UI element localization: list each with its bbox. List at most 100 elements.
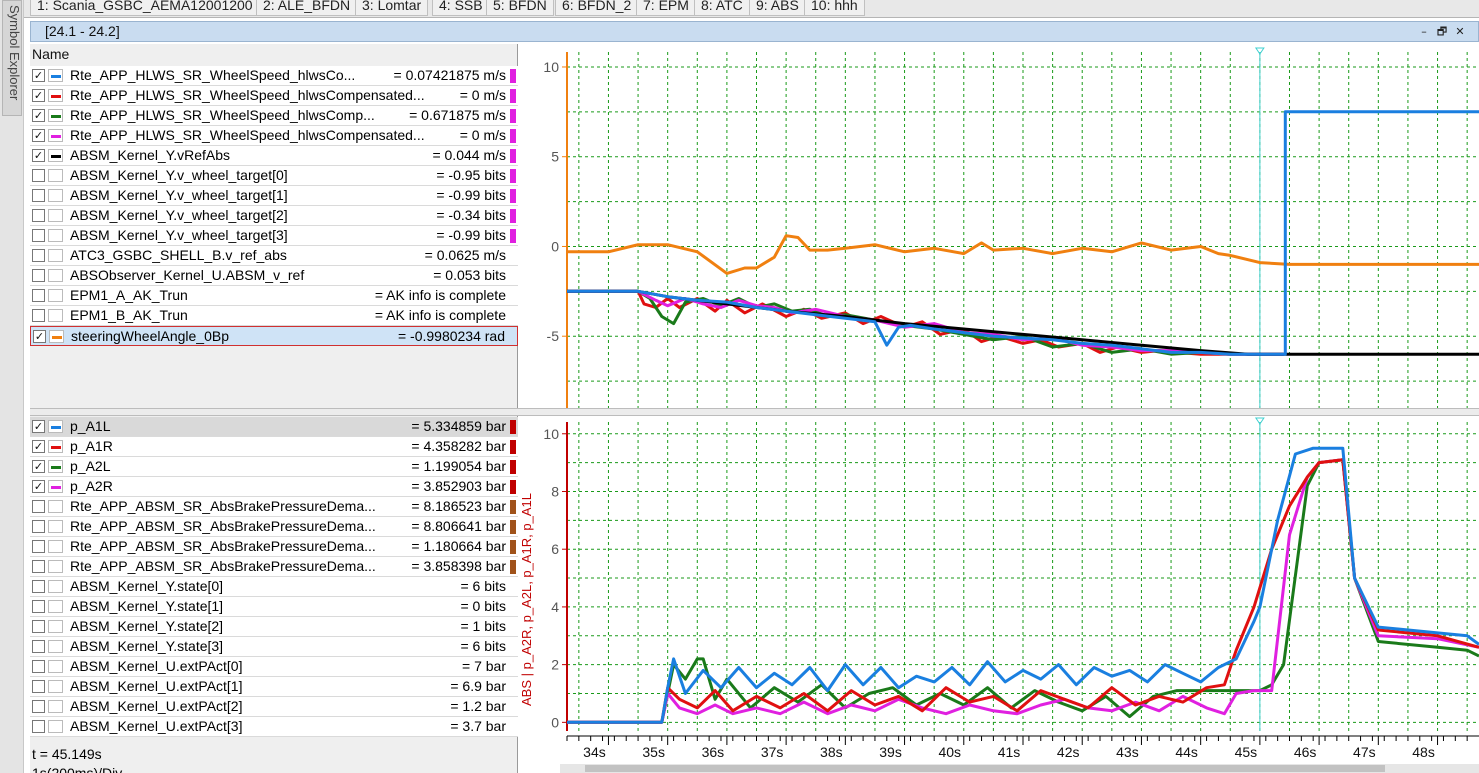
signal-row[interactable]: ABSM_Kernel_U.extPAct[0] = 7 bar bbox=[30, 657, 518, 677]
signal-color-swatch-icon[interactable] bbox=[48, 109, 63, 122]
signal-row[interactable]: ✓ ABSM_Kernel_Y.vRefAbs = 0.044 m/s bbox=[30, 146, 518, 166]
signal-color-swatch-icon[interactable] bbox=[48, 169, 63, 182]
signal-visibility-checkbox[interactable] bbox=[32, 309, 45, 322]
signal-color-swatch-icon[interactable] bbox=[48, 129, 63, 142]
signal-color-swatch-icon[interactable] bbox=[48, 600, 63, 613]
signal-color-swatch-icon[interactable] bbox=[48, 680, 63, 693]
signal-visibility-checkbox[interactable] bbox=[32, 189, 45, 202]
tab-1[interactable]: 1: Scania_GSBC_AEMA12001200 bbox=[30, 0, 260, 16]
signal-visibility-checkbox[interactable]: ✓ bbox=[32, 109, 45, 122]
tab-3[interactable]: 3: Lomtar bbox=[355, 0, 429, 16]
signal-row[interactable]: ABSM_Kernel_Y.state[1] = 0 bits bbox=[30, 597, 518, 617]
minimize-icon[interactable]: – bbox=[1416, 24, 1432, 39]
signal-color-swatch-icon[interactable] bbox=[48, 660, 63, 673]
signal-visibility-checkbox[interactable] bbox=[32, 680, 45, 693]
signal-row[interactable]: Rte_APP_ABSM_SR_AbsBrakePressureDema... =… bbox=[30, 537, 518, 557]
tab-7[interactable]: 7: EPM bbox=[636, 0, 696, 16]
signal-row[interactable]: ABSM_Kernel_U.extPAct[1] = 6.9 bar bbox=[30, 677, 518, 697]
signal-color-swatch-icon[interactable] bbox=[48, 700, 63, 713]
signal-visibility-checkbox[interactable]: ✓ bbox=[32, 420, 45, 433]
signal-row[interactable]: ABSObserver_Kernel_U.ABSM_v_ref = 0.053 b… bbox=[30, 266, 518, 286]
signal-row[interactable]: EPM1_B_AK_Trun = AK info is complete bbox=[30, 306, 518, 326]
signal-visibility-checkbox[interactable] bbox=[32, 169, 45, 182]
signal-visibility-checkbox[interactable]: ✓ bbox=[32, 149, 45, 162]
signal-color-swatch-icon[interactable] bbox=[48, 560, 63, 573]
restore-icon[interactable]: 🗗 bbox=[1434, 24, 1450, 39]
signal-color-swatch-icon[interactable] bbox=[48, 269, 63, 282]
time-scrollbar-thumb[interactable] bbox=[585, 765, 1385, 772]
pane-splitter[interactable] bbox=[30, 408, 1479, 416]
top-plot[interactable]: 10 5 0 -5 bbox=[519, 44, 1479, 408]
signal-visibility-checkbox[interactable]: ✓ bbox=[32, 89, 45, 102]
signal-color-swatch-icon[interactable] bbox=[48, 440, 63, 453]
signal-visibility-checkbox[interactable] bbox=[32, 620, 45, 633]
signal-visibility-checkbox[interactable] bbox=[32, 600, 45, 613]
signal-color-swatch-icon[interactable] bbox=[48, 189, 63, 202]
signal-visibility-checkbox[interactable]: ✓ bbox=[32, 440, 45, 453]
signal-visibility-checkbox[interactable] bbox=[32, 720, 45, 733]
signal-visibility-checkbox[interactable] bbox=[32, 660, 45, 673]
signal-row[interactable]: ABSM_Kernel_Y.state[2] = 1 bits bbox=[30, 617, 518, 637]
signal-visibility-checkbox[interactable] bbox=[32, 500, 45, 513]
signal-visibility-checkbox[interactable] bbox=[32, 520, 45, 533]
signal-color-swatch-icon[interactable] bbox=[48, 69, 63, 82]
signal-visibility-checkbox[interactable] bbox=[32, 269, 45, 282]
time-scrollbar[interactable] bbox=[560, 764, 1479, 773]
signal-visibility-checkbox[interactable] bbox=[32, 540, 45, 553]
tab-10[interactable]: 10: hhh bbox=[804, 0, 865, 16]
signal-color-swatch-icon[interactable] bbox=[48, 209, 63, 222]
signal-color-swatch-icon[interactable] bbox=[48, 249, 63, 262]
tab-5[interactable]: 5: BFDN bbox=[486, 0, 554, 16]
signal-color-swatch-icon[interactable] bbox=[48, 640, 63, 653]
signal-row[interactable]: ✓ p_A1L = 5.334859 bar bbox=[30, 417, 518, 437]
signal-color-swatch-icon[interactable] bbox=[49, 330, 64, 343]
signal-color-swatch-icon[interactable] bbox=[48, 289, 63, 302]
tab-9[interactable]: 9: ABS bbox=[749, 0, 806, 16]
signal-visibility-checkbox[interactable] bbox=[32, 640, 45, 653]
symbol-explorer-tab[interactable]: Symbol Explorer bbox=[2, 0, 22, 116]
bottom-plot[interactable]: 10 8 6 4 2 0 ABS | p_A2R, p_A2L, p_A1R, p_A1L 3… bbox=[519, 416, 1479, 773]
signal-color-swatch-icon[interactable] bbox=[48, 309, 63, 322]
signal-row[interactable]: ✓ Rte_APP_HLWS_SR_WheelSpeed_hlwsCompensa… bbox=[30, 126, 518, 146]
name-column-header[interactable]: Name bbox=[32, 46, 69, 62]
signal-row[interactable]: ✓ Rte_APP_HLWS_SR_WheelSpeed_hlwsComp... =… bbox=[30, 106, 518, 126]
signal-color-swatch-icon[interactable] bbox=[48, 149, 63, 162]
signal-row[interactable]: ✓ Rte_APP_HLWS_SR_WheelSpeed_hlwsCompensa… bbox=[30, 86, 518, 106]
signal-color-swatch-icon[interactable] bbox=[48, 720, 63, 733]
signal-color-swatch-icon[interactable] bbox=[48, 229, 63, 242]
signal-visibility-checkbox[interactable] bbox=[32, 209, 45, 222]
signal-visibility-checkbox[interactable] bbox=[32, 580, 45, 593]
signal-row[interactable]: ABSM_Kernel_Y.v_wheel_target[0] = -0.95 b… bbox=[30, 166, 518, 186]
signal-row[interactable]: ABSM_Kernel_Y.v_wheel_target[2] = -0.34 b… bbox=[30, 206, 518, 226]
tab-4[interactable]: 4: SSB bbox=[432, 0, 490, 16]
tab-8[interactable]: 8: ATC bbox=[694, 0, 750, 16]
signal-color-swatch-icon[interactable] bbox=[48, 480, 63, 493]
signal-color-swatch-icon[interactable] bbox=[48, 520, 63, 533]
signal-row[interactable]: ✓ steeringWheelAngle_0Bp = -0.9980234 rad bbox=[30, 326, 518, 346]
close-icon[interactable]: ✕ bbox=[1452, 24, 1468, 39]
signal-row[interactable]: ✓ p_A1R = 4.358282 bar bbox=[30, 437, 518, 457]
signal-visibility-checkbox[interactable] bbox=[32, 289, 45, 302]
signal-row[interactable]: ABSM_Kernel_U.extPAct[2] = 1.2 bar bbox=[30, 697, 518, 717]
signal-row[interactable]: ✓ p_A2R = 3.852903 bar bbox=[30, 477, 518, 497]
signal-color-swatch-icon[interactable] bbox=[48, 540, 63, 553]
signal-row[interactable]: Rte_APP_ABSM_SR_AbsBrakePressureDema... =… bbox=[30, 497, 518, 517]
signal-color-swatch-icon[interactable] bbox=[48, 620, 63, 633]
tab-2[interactable]: 2: ALE_BFDN bbox=[256, 0, 358, 16]
signal-visibility-checkbox[interactable] bbox=[32, 249, 45, 262]
signal-color-swatch-icon[interactable] bbox=[48, 580, 63, 593]
signal-color-swatch-icon[interactable] bbox=[48, 460, 63, 473]
signal-visibility-checkbox[interactable] bbox=[32, 700, 45, 713]
signal-visibility-checkbox[interactable]: ✓ bbox=[32, 69, 45, 82]
signal-visibility-checkbox[interactable] bbox=[32, 560, 45, 573]
signal-visibility-checkbox[interactable]: ✓ bbox=[32, 129, 45, 142]
signal-row[interactable]: ABSM_Kernel_U.extPAct[3] = 3.7 bar bbox=[30, 717, 518, 737]
signal-row[interactable]: ATC3_GSBC_SHELL_B.v_ref_abs = 0.0625 m/s bbox=[30, 246, 518, 266]
signal-row[interactable]: ABSM_Kernel_Y.state[3] = 6 bits bbox=[30, 637, 518, 657]
signal-row[interactable]: Rte_APP_ABSM_SR_AbsBrakePressureDema... =… bbox=[30, 557, 518, 577]
signal-visibility-checkbox[interactable] bbox=[32, 229, 45, 242]
signal-visibility-checkbox[interactable]: ✓ bbox=[32, 460, 45, 473]
signal-visibility-checkbox[interactable]: ✓ bbox=[33, 330, 46, 343]
signal-row[interactable]: ✓ Rte_APP_HLWS_SR_WheelSpeed_hlwsCo... = 0… bbox=[30, 66, 518, 86]
signal-visibility-checkbox[interactable]: ✓ bbox=[32, 480, 45, 493]
